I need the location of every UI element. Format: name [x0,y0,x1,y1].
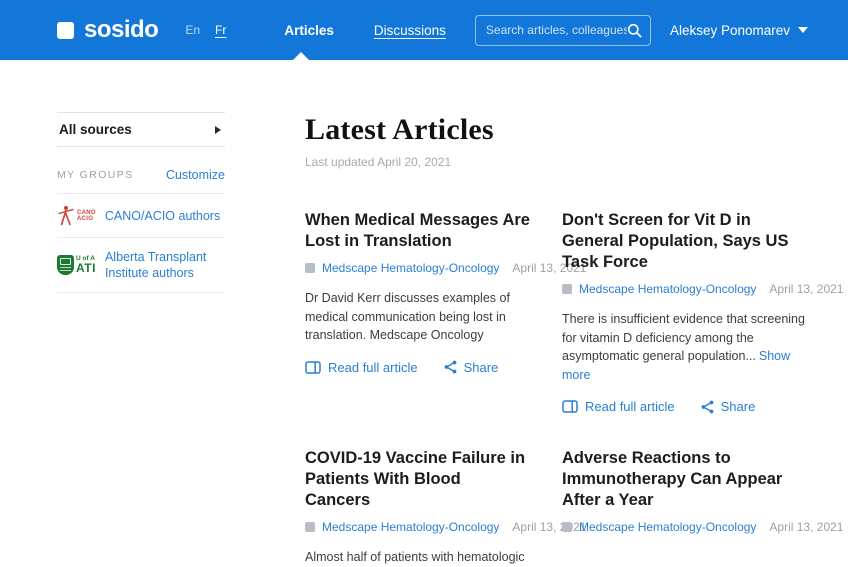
source-icon [562,522,572,532]
article-meta: Medscape Hematology-Oncology April 13, 2… [305,520,530,534]
shield-icon [57,255,74,275]
language-switcher: En Fr [185,23,226,37]
nav-tab-discussions[interactable]: Discussions [374,23,446,38]
source-icon [305,522,315,532]
read-full-article-link[interactable]: Read full article [305,360,418,375]
article-actions: Read full article Share [305,360,530,375]
article-meta: Medscape Hematology-Oncology April 13, 2… [562,520,807,534]
my-groups-header: MY GROUPS Customize [57,168,225,194]
user-name: Aleksey Ponomarev [670,23,790,38]
source-icon [305,263,315,273]
article-actions: Read full article Share [562,399,807,414]
brand-logo[interactable]: sosido [57,16,158,44]
article-date: April 13, 2021 [769,520,843,534]
source-link[interactable]: Medscape Hematology-Oncology [579,282,756,296]
article-card: Don't Screen for Vit D in General Popula… [562,210,807,414]
source-link[interactable]: Medscape Hematology-Oncology [322,520,499,534]
page-title: Latest Articles [305,113,807,147]
my-groups-label: MY GROUPS [57,169,134,181]
active-tab-pointer [293,52,309,60]
brand-square-icon [57,22,74,39]
search-box[interactable] [475,15,651,46]
article-icon [305,361,321,374]
user-menu[interactable]: Aleksey Ponomarev [670,23,808,38]
article-title[interactable]: Don't Screen for Vit D in General Popula… [562,210,807,273]
cano-acio-logo: CANO ACIO [57,205,96,226]
page-body: All sources MY GROUPS Customize CANO ACI… [0,60,848,567]
share-icon [701,400,714,414]
lang-fr-link[interactable]: Fr [215,23,226,37]
all-sources-label: All sources [59,122,132,137]
all-sources-selector[interactable]: All sources [57,112,225,147]
share-link[interactable]: Share [444,360,499,375]
app-header: sosido En Fr Articles Discussions Alekse… [0,0,848,60]
sidebar: All sources MY GROUPS Customize CANO ACI… [57,112,225,567]
article-meta: Medscape Hematology-Oncology April 13, 2… [562,282,807,296]
source-link[interactable]: Medscape Hematology-Oncology [322,261,499,275]
source-link[interactable]: Medscape Hematology-Oncology [579,520,756,534]
group-link-ati: Alberta Transplant Institute authors [105,249,225,281]
article-card: COVID-19 Vaccine Failure in Patients Wit… [305,448,530,567]
article-date: April 13, 2021 [769,282,843,296]
search-icon[interactable] [627,23,642,38]
uofa-ati-logo: U of A ATI [57,255,96,275]
share-icon [444,360,457,374]
sidebar-item-cano-acio[interactable]: CANO ACIO CANO/ACIO authors [57,194,225,238]
cano-logo-text: CANO ACIO [77,210,96,222]
article-excerpt: Dr David Kerr discusses examples of medi… [305,289,530,345]
main-nav: Articles Discussions [284,23,446,38]
last-updated-text: Last updated April 20, 2021 [305,155,807,169]
main-content: Latest Articles Last updated April 20, 2… [305,113,807,567]
lang-en: En [185,23,200,37]
article-title[interactable]: Adverse Reactions to Immunotherapy Can A… [562,448,807,511]
articles-grid: When Medical Messages Are Lost in Transl… [305,210,807,567]
chevron-down-icon [798,27,808,33]
group-link-cano: CANO/ACIO authors [105,208,220,224]
article-icon [562,400,578,413]
sidebar-item-alberta-transplant[interactable]: U of A ATI Alberta Transplant Institute … [57,238,225,293]
article-title[interactable]: When Medical Messages Are Lost in Transl… [305,210,530,252]
customize-link[interactable]: Customize [166,168,225,182]
article-title[interactable]: COVID-19 Vaccine Failure in Patients Wit… [305,448,530,511]
article-excerpt: Almost half of patients with hematologic [305,548,530,567]
article-card: Adverse Reactions to Immunotherapy Can A… [562,448,807,567]
source-icon [562,284,572,294]
article-card: When Medical Messages Are Lost in Transl… [305,210,530,414]
search-input[interactable] [486,23,627,37]
brand-name: sosido [84,16,158,44]
share-link[interactable]: Share [701,399,756,414]
chevron-right-icon [215,126,221,134]
article-meta: Medscape Hematology-Oncology April 13, 2… [305,261,530,275]
article-excerpt: There is insufficient evidence that scre… [562,310,807,384]
nav-tab-articles[interactable]: Articles [284,23,334,38]
read-full-article-link[interactable]: Read full article [562,399,675,414]
